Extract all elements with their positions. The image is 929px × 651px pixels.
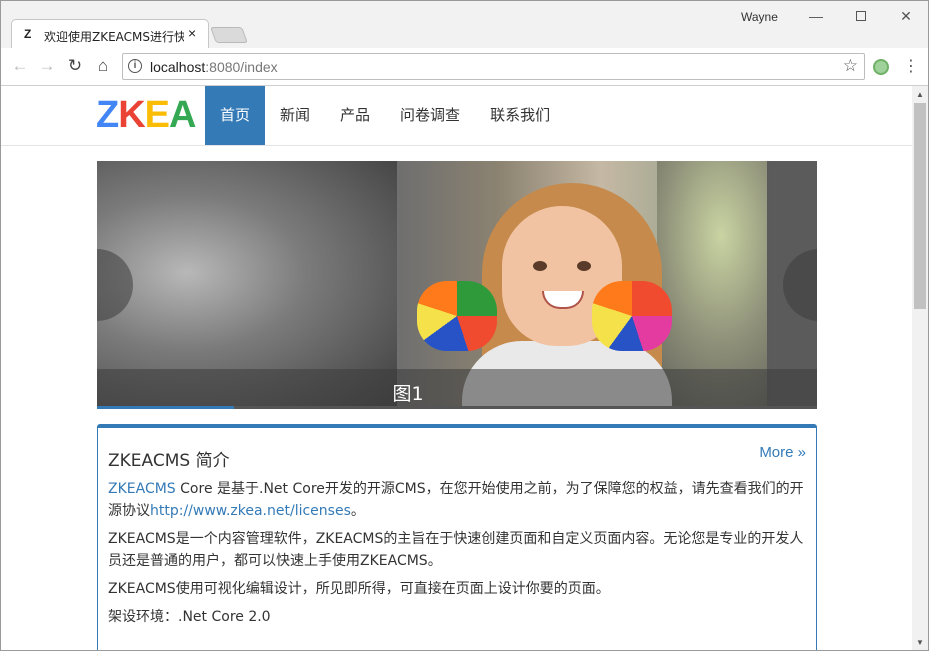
- scroll-up-icon[interactable]: ▲: [916, 90, 924, 99]
- nav-item-news[interactable]: 新闻: [265, 86, 325, 145]
- image-carousel[interactable]: 图1: [97, 161, 817, 409]
- page-scrollbar[interactable]: ▲ ▼: [912, 86, 928, 650]
- nav-item-home[interactable]: 首页: [205, 86, 266, 145]
- profile-name[interactable]: Wayne: [741, 10, 778, 24]
- kebab-menu-icon[interactable]: ⋮: [901, 56, 921, 76]
- url-host: localhost: [150, 59, 206, 75]
- address-bar[interactable]: i localhost:8080/index ☆: [122, 53, 865, 80]
- nav-item-contact[interactable]: 联系我们: [475, 86, 565, 145]
- intro-paragraph-4: 架设环境：.Net Core 2.0: [108, 609, 271, 625]
- back-icon[interactable]: ←: [10, 56, 30, 76]
- maximize-button[interactable]: [841, 5, 881, 27]
- scroll-thumb[interactable]: [914, 103, 926, 309]
- panel-title: ZKEACMS 简介: [108, 451, 230, 471]
- scroll-down-icon[interactable]: ▼: [916, 638, 924, 647]
- home-icon[interactable]: ⌂: [93, 56, 113, 76]
- photo-girl-eye: [533, 261, 547, 271]
- site-header: ZKEA 首页 新闻 产品 问卷调查 联系我们: [1, 86, 912, 146]
- title-bar: Z 欢迎使用ZKEACMS进行快速建站 × Wayne — ✕: [1, 1, 928, 49]
- nav-item-products[interactable]: 产品: [325, 86, 385, 145]
- browser-tab[interactable]: Z 欢迎使用ZKEACMS进行快速建站 ×: [11, 19, 209, 49]
- intro-text-end: 。: [350, 503, 365, 519]
- zkea-logo[interactable]: ZKEA: [96, 94, 197, 137]
- license-link[interactable]: http://www.zkea.net/licenses: [150, 503, 351, 519]
- photo-girl-eye: [577, 261, 591, 271]
- photo-painted-hand-right: [592, 281, 672, 351]
- logo-letter-z: Z: [96, 94, 119, 136]
- intro-paragraph-3: ZKEACMS使用可视化编辑设计，所见即所得，可直接在页面上设计你要的页面。: [108, 581, 610, 597]
- intro-paragraph-2: ZKEACMS是一个内容管理软件，ZKEACMS的主旨在于快速创建页面和自定义页…: [108, 531, 804, 569]
- slide-progress-bar: [97, 406, 234, 409]
- maximize-icon: [856, 11, 866, 21]
- slide-caption: 图1: [392, 383, 424, 405]
- more-link[interactable]: More »: [759, 444, 806, 461]
- logo-letter-k: K: [118, 94, 145, 136]
- zkeacms-link[interactable]: ZKEACMS: [108, 481, 176, 497]
- url-path: :8080/index: [205, 59, 278, 75]
- logo-letter-e: E: [144, 94, 170, 136]
- intro-paragraph-1: ZKEACMS Core 是基于.Net Core开发的开源CMS，在您开始使用…: [108, 478, 808, 522]
- browser-toolbar: ← → ↻ ⌂ i localhost:8080/index ☆ ⋮: [1, 48, 928, 86]
- forward-icon[interactable]: →: [37, 56, 57, 76]
- page-viewport: ZKEA 首页 新闻 产品 问卷调查 联系我们 图1 ZKEACMS 简介 Mo…: [1, 86, 912, 650]
- intro-panel: ZKEACMS 简介 More » ZKEACMS Core 是基于.Net C…: [97, 424, 817, 650]
- logo-letter-a: A: [169, 94, 196, 136]
- close-window-button[interactable]: ✕: [886, 5, 926, 27]
- browser-window: Z 欢迎使用ZKEACMS进行快速建站 × Wayne — ✕ ← → ↻ ⌂ …: [0, 0, 929, 651]
- photo-painted-hand-left: [417, 281, 497, 351]
- site-info-icon[interactable]: i: [128, 59, 142, 73]
- new-tab-button[interactable]: [210, 27, 248, 43]
- url-text[interactable]: localhost:8080/index: [150, 59, 278, 75]
- extension-icon[interactable]: [873, 59, 889, 75]
- tab-close-icon[interactable]: ×: [188, 25, 196, 41]
- bookmark-star-icon[interactable]: ☆: [843, 56, 858, 76]
- site-favicon-icon: Z: [24, 27, 32, 41]
- tab-title: 欢迎使用ZKEACMS进行快速建站: [44, 30, 184, 44]
- nav-item-survey[interactable]: 问卷调查: [385, 86, 475, 145]
- minimize-button[interactable]: —: [796, 5, 836, 27]
- main-nav: 首页 新闻 产品 问卷调查 联系我们: [205, 86, 565, 145]
- panel-body: ZKEACMS Core 是基于.Net Core开发的开源CMS，在您开始使用…: [108, 478, 808, 634]
- reload-icon[interactable]: ↻: [65, 56, 85, 76]
